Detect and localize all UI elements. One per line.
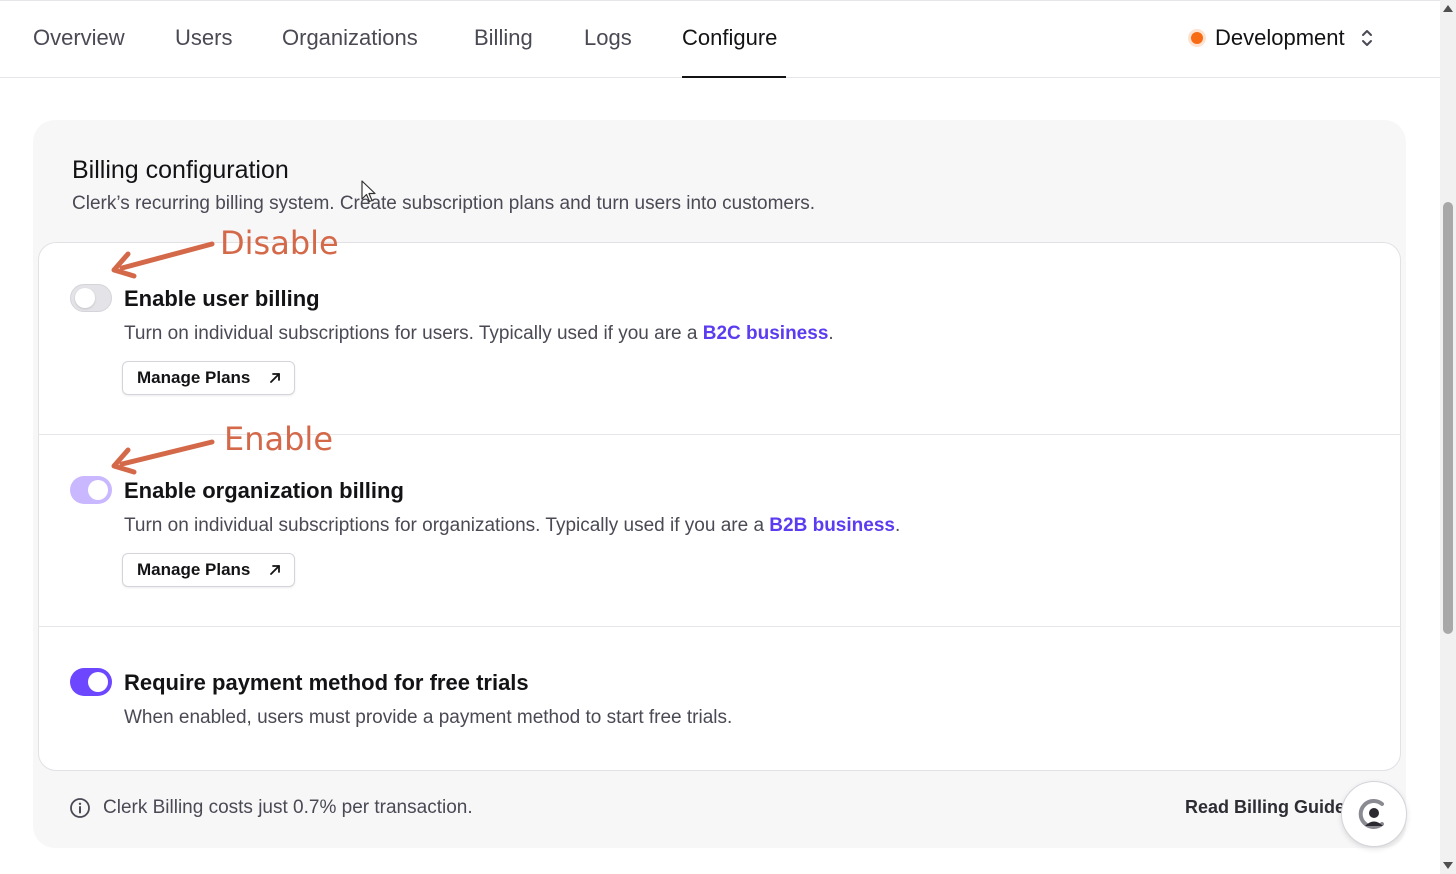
clerk-logo-icon xyxy=(1358,799,1384,829)
toggle-knob xyxy=(88,672,108,692)
scroll-down-arrow-icon[interactable] xyxy=(1443,862,1453,869)
billing-cost-notice: Clerk Billing costs just 0.7% per transa… xyxy=(69,797,473,819)
annotation-arrow-icon xyxy=(111,439,215,475)
toggle-knob xyxy=(88,480,108,500)
require-payment-method-description: When enabled, users must provide a payme… xyxy=(124,707,733,728)
user-billing-title: Enable user billing xyxy=(124,286,320,311)
description-text: Turn on individual subscriptions for use… xyxy=(124,323,703,344)
description-suffix: . xyxy=(828,323,834,344)
b2c-business-link[interactable]: B2C business xyxy=(703,323,829,344)
tab-organizations[interactable]: Organizations xyxy=(282,25,418,51)
top-nav: Overview Users Organizations Billing Log… xyxy=(0,0,1440,78)
enable-annotation: Enable xyxy=(224,420,333,458)
row-divider xyxy=(38,626,1401,627)
user-billing-description: Turn on individual subscriptions for use… xyxy=(124,323,834,345)
toggle-knob xyxy=(75,288,95,308)
button-label: Manage Plans xyxy=(137,368,251,387)
chevron-up-down-icon xyxy=(1361,30,1372,46)
tab-overview[interactable]: Overview xyxy=(33,25,125,51)
b2b-business-link[interactable]: B2B business xyxy=(769,515,895,536)
info-icon xyxy=(70,798,90,818)
description-text: Turn on individual subscriptions for org… xyxy=(124,515,770,536)
section-title: Billing configuration xyxy=(72,156,289,184)
organization-billing-description: Turn on individual subscriptions for org… xyxy=(124,515,900,537)
button-label: Manage Plans xyxy=(137,560,251,579)
section-subtitle: Clerk’s recurring billing system. Create… xyxy=(72,193,816,214)
annotation-arrow-icon xyxy=(111,241,215,279)
external-arrow-icon xyxy=(270,373,280,383)
require-payment-method-toggle[interactable] xyxy=(70,668,112,696)
environment-label: Development xyxy=(1215,25,1345,50)
manage-organization-plans-button[interactable]: Manage Plans xyxy=(122,553,295,587)
page-scrollbar[interactable] xyxy=(1440,0,1456,874)
active-tab-indicator xyxy=(682,76,786,78)
user-billing-toggle[interactable] xyxy=(70,284,112,312)
environment-status-dot xyxy=(1191,32,1203,44)
require-payment-method-title: Require payment method for free trials xyxy=(124,670,529,695)
description-suffix: . xyxy=(894,515,901,536)
scroll-up-arrow-icon[interactable] xyxy=(1443,5,1453,12)
tab-configure[interactable]: Configure xyxy=(682,25,777,51)
manage-user-plans-button[interactable]: Manage Plans xyxy=(122,361,295,395)
scrollbar-thumb[interactable] xyxy=(1443,202,1453,634)
tab-logs[interactable]: Logs xyxy=(584,25,632,51)
disable-annotation: Disable xyxy=(220,224,339,262)
external-arrow-icon xyxy=(270,565,280,575)
help-assistant-button[interactable] xyxy=(1341,781,1407,847)
read-billing-guide-link[interactable]: Read Billing Guide xyxy=(1185,797,1345,818)
environment-switcher[interactable]: Development xyxy=(1188,25,1375,51)
billing-cost-text: Clerk Billing costs just 0.7% per transa… xyxy=(103,797,473,818)
mouse-cursor-icon xyxy=(361,180,376,203)
tab-users[interactable]: Users xyxy=(175,25,232,51)
tab-billing[interactable]: Billing xyxy=(474,25,533,51)
